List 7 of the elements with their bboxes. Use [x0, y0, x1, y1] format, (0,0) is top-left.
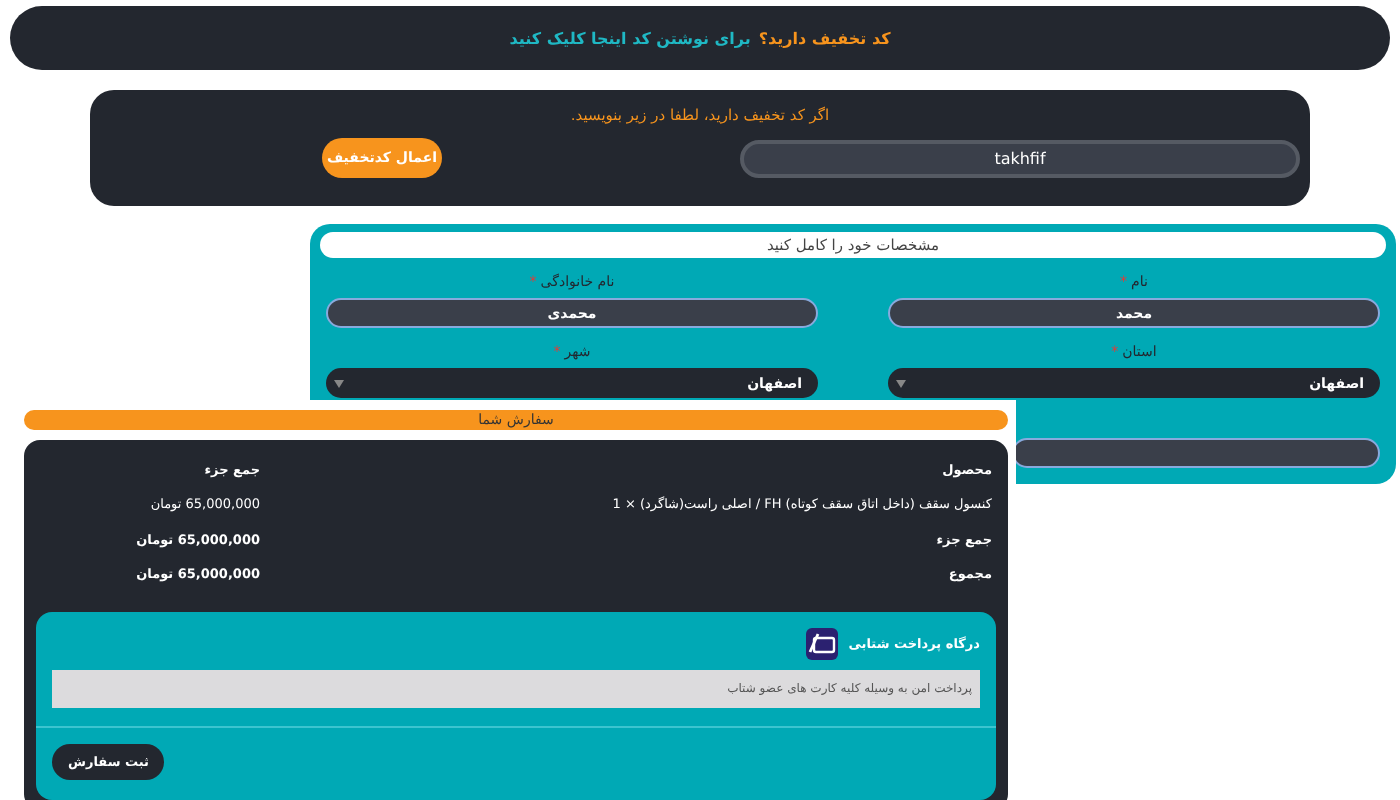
coupon-link[interactable]: برای نوشتن کد اینجا کلیک کنید — [509, 29, 751, 47]
coupon-input[interactable]: takhfif — [740, 139, 1300, 177]
caret-icon — [334, 379, 344, 387]
input-field[interactable] — [1012, 438, 1380, 468]
card-icon — [806, 628, 839, 660]
caret-icon — [896, 379, 906, 387]
discount-question: کد تخفیف دارید؟ — [758, 29, 891, 47]
